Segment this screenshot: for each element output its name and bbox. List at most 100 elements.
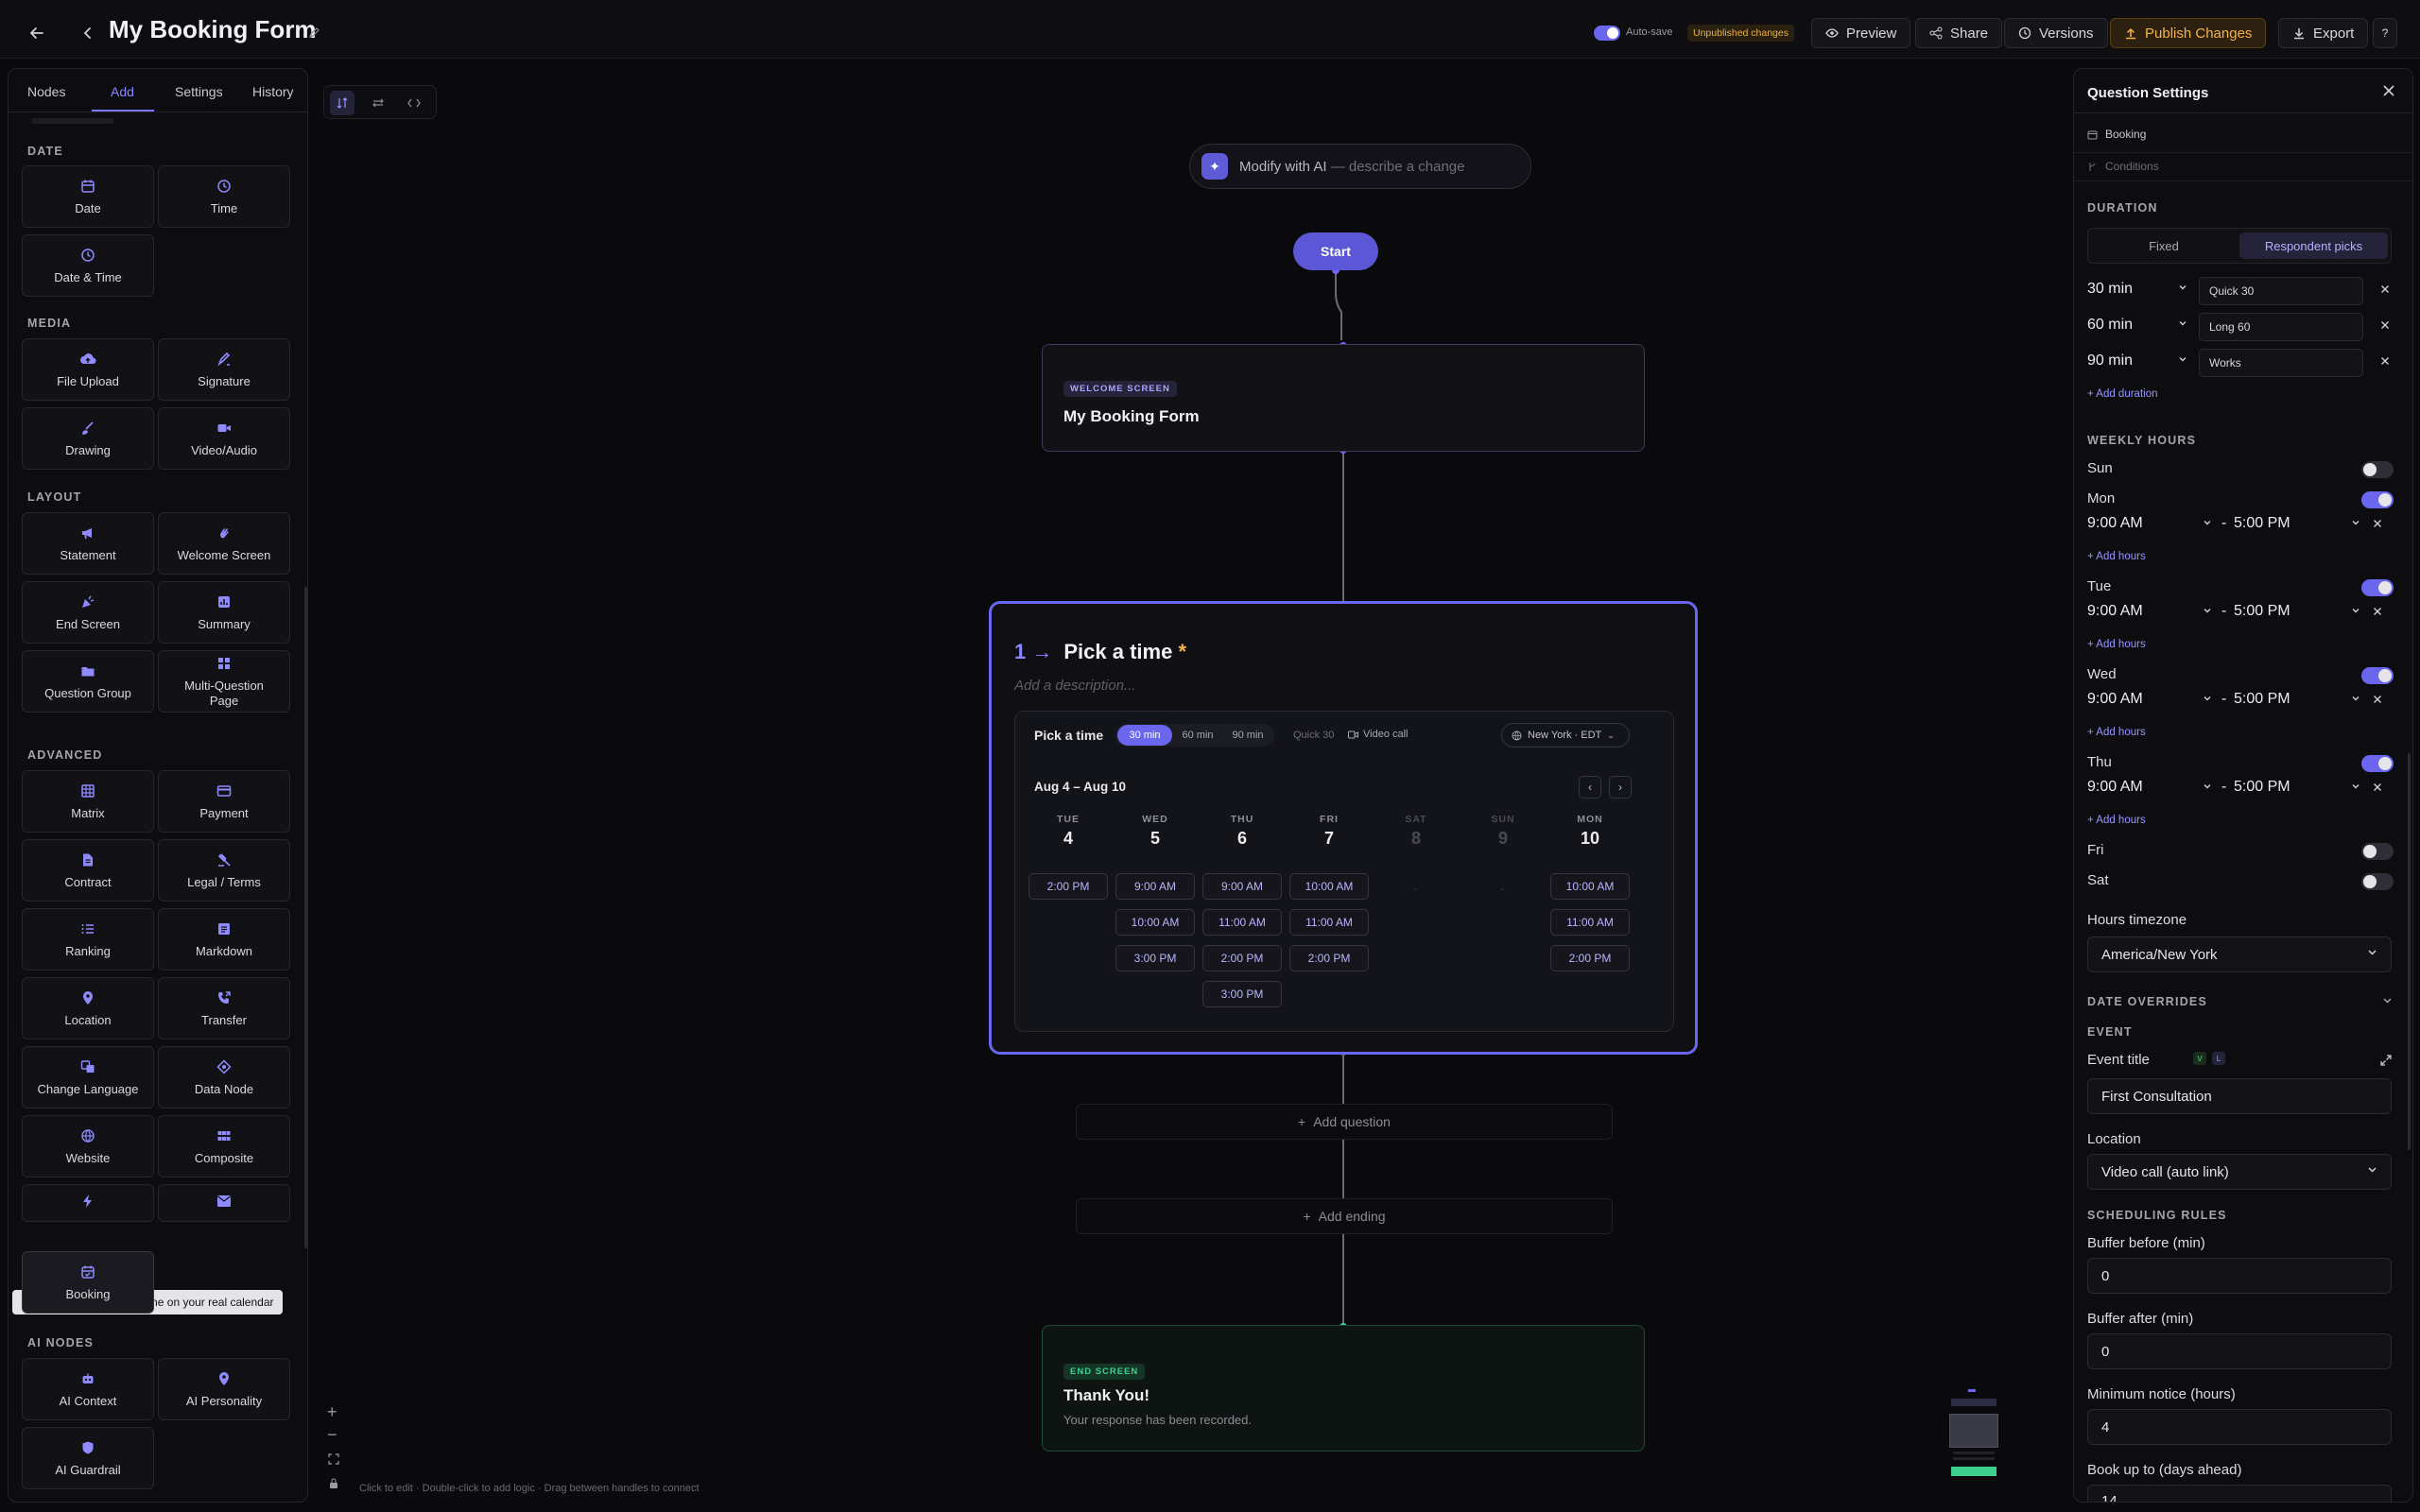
chevron-down-icon[interactable] (2203, 518, 2212, 527)
duration-label-input[interactable]: Long 60 (2199, 313, 2363, 341)
day-name: SAT (1405, 814, 1427, 825)
add-hours-link[interactable]: + Add hours (2087, 727, 2146, 738)
add-question-label: Add question (1313, 1114, 1391, 1129)
book-up-input[interactable]: 14 (2087, 1485, 2392, 1502)
day-date: 7 (1323, 829, 1334, 848)
duration-60-pill[interactable]: 60 min (1174, 725, 1221, 746)
add-duration-link[interactable]: + Add duration (2087, 388, 2158, 400)
time-slot-button[interactable]: 3:00 PM (1202, 981, 1282, 1007)
remove-hours-icon[interactable] (2373, 607, 2382, 616)
event-title-input[interactable]: First Consultation (2087, 1078, 2392, 1114)
minimap[interactable] (1947, 1387, 2000, 1482)
chevron-down-icon[interactable] (2203, 694, 2212, 703)
duration-select[interactable]: 60 min (2087, 317, 2187, 334)
remove-hours-icon[interactable] (2373, 782, 2382, 792)
time-slot-button[interactable]: 11:00 AM (1550, 909, 1630, 936)
location-select[interactable]: Video call (auto link) (2087, 1154, 2392, 1190)
to-time-select[interactable]: 5:00 PM (2234, 603, 2290, 620)
start-node[interactable]: Start (1293, 232, 1378, 270)
date-overrides-heading[interactable]: DATE OVERRIDES (2087, 995, 2207, 1008)
weekday-toggle[interactable] (2361, 491, 2394, 508)
time-slot-button[interactable]: 10:00 AM (1550, 873, 1630, 900)
weekday-toggle[interactable] (2361, 579, 2394, 596)
variable-badge[interactable]: V (2193, 1052, 2206, 1065)
weekday-toggle[interactable] (2361, 667, 2394, 684)
from-time-select[interactable]: 9:00 AM (2087, 603, 2143, 620)
time-slot-button[interactable]: 10:00 AM (1115, 909, 1195, 936)
time-slot-button[interactable]: 2:00 PM (1289, 945, 1369, 971)
buffer-after-input[interactable]: 0 (2087, 1333, 2392, 1369)
chevron-down-icon[interactable] (2351, 782, 2360, 791)
time-slot-button[interactable]: 2:00 PM (1550, 945, 1630, 971)
add-hours-link[interactable]: + Add hours (2087, 551, 2146, 562)
conditions-row[interactable]: Conditions (2087, 160, 2159, 173)
end-screen-node[interactable]: END SCREEN Thank You! Your response has … (1042, 1325, 1645, 1452)
question-description[interactable]: Add a description... (1014, 678, 1135, 694)
expand-icon[interactable] (2380, 1055, 2392, 1066)
chevron-left-icon: ‹ (1588, 781, 1592, 794)
add-hours-link[interactable]: + Add hours (2087, 639, 2146, 650)
question-title[interactable]: Pick a time (1063, 640, 1172, 663)
to-time-select[interactable]: 5:00 PM (2234, 515, 2290, 532)
remove-duration-icon[interactable] (2380, 356, 2390, 366)
chevron-down-icon[interactable] (2351, 606, 2360, 615)
remove-hours-icon[interactable] (2373, 695, 2382, 704)
hours-range-row: 9:00 AM -5:00 PM (2087, 779, 2399, 801)
logic-badge[interactable]: L (2212, 1052, 2225, 1065)
question-number: 1 (1014, 640, 1027, 663)
remove-hours-icon[interactable] (2373, 519, 2382, 528)
question-node-pick-a-time[interactable]: 1 → Pick a time * Add a description... P… (989, 601, 1698, 1055)
remove-duration-icon[interactable] (2380, 320, 2390, 330)
add-hours-link[interactable]: + Add hours (2087, 815, 2146, 826)
lock-icon[interactable] (329, 1478, 338, 1489)
to-time-select[interactable]: 5:00 PM (2234, 691, 2290, 708)
weekday-toggle[interactable] (2361, 873, 2394, 890)
chevron-down-icon[interactable] (2351, 694, 2360, 703)
weekday-toggle[interactable] (2361, 461, 2394, 478)
time-slot-button[interactable]: 2:00 PM (1028, 873, 1108, 900)
from-time-select[interactable]: 9:00 AM (2087, 515, 2143, 532)
hours-timezone-select[interactable]: America/New York (2087, 936, 2392, 972)
time-slot-button[interactable]: 3:00 PM (1115, 945, 1195, 971)
duration-90-pill[interactable]: 90 min (1223, 725, 1272, 746)
duration-select[interactable]: 90 min (2087, 352, 2187, 369)
close-icon[interactable] (2382, 84, 2395, 97)
chevron-down-icon[interactable] (2382, 995, 2393, 1005)
min-notice-input[interactable]: 4 (2087, 1409, 2392, 1445)
welcome-screen-node[interactable]: WELCOME SCREEN My Booking Form (1042, 344, 1645, 452)
time-slot-button[interactable]: 9:00 AM (1115, 873, 1195, 900)
duration-label-input[interactable]: Works (2199, 349, 2363, 377)
timezone-select[interactable]: New York · EDT ⌄ (1501, 723, 1630, 747)
remove-duration-icon[interactable] (2380, 284, 2390, 294)
time-slot-button[interactable]: 11:00 AM (1289, 909, 1369, 936)
next-week-button[interactable]: › (1609, 776, 1632, 799)
time-slot-button[interactable]: 10:00 AM (1289, 873, 1369, 900)
day-header: TUE 4 (1040, 814, 1097, 849)
fit-view-icon[interactable] (328, 1453, 339, 1465)
mode-fixed[interactable]: Fixed (2088, 229, 2239, 263)
mode-respondent-picks[interactable]: Respondent picks (2239, 232, 2388, 259)
time-slot-button[interactable]: 9:00 AM (1202, 873, 1282, 900)
buffer-before-input[interactable]: 0 (2087, 1258, 2392, 1294)
to-time-select[interactable]: 5:00 PM (2234, 779, 2290, 796)
duration-label-input[interactable]: Quick 30 (2199, 277, 2363, 305)
chevron-down-icon[interactable] (2203, 782, 2212, 791)
hours-timezone-value: America/New York (2101, 946, 2218, 963)
time-slot-button[interactable]: 2:00 PM (1202, 945, 1282, 971)
time-slot-button[interactable]: 11:00 AM (1202, 909, 1282, 936)
from-time-select[interactable]: 9:00 AM (2087, 779, 2143, 796)
prev-week-button[interactable]: ‹ (1579, 776, 1601, 799)
duration-select[interactable]: 30 min (2087, 281, 2187, 298)
chevron-down-icon[interactable] (2351, 518, 2360, 527)
weekday-toggle[interactable] (2361, 843, 2394, 860)
duration-30-pill[interactable]: 30 min (1117, 725, 1172, 746)
duration-value: 60 min (2087, 317, 2134, 333)
chevron-down-icon[interactable] (2203, 606, 2212, 615)
add-ending-button[interactable]: + Add ending (1076, 1198, 1613, 1234)
zoom-in-icon[interactable]: + (327, 1402, 337, 1422)
from-time-select[interactable]: 9:00 AM (2087, 691, 2143, 708)
add-question-button[interactable]: + Add question (1076, 1104, 1613, 1140)
right-scrollbar[interactable] (2408, 753, 2411, 1150)
zoom-out-icon[interactable]: − (327, 1425, 337, 1445)
weekday-toggle[interactable] (2361, 755, 2394, 772)
